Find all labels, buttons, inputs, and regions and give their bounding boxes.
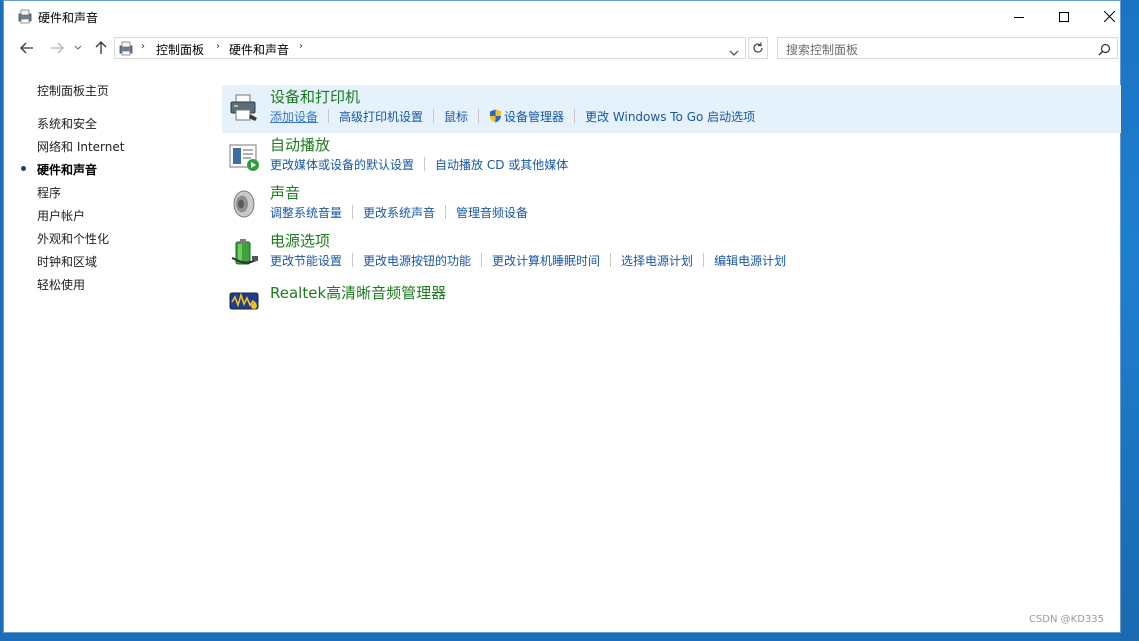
recent-locations-button[interactable] <box>72 39 84 57</box>
title-bar[interactable]: 硬件和声音 <box>4 1 1120 33</box>
link-adjust-volume[interactable]: 调整系统音量 <box>270 206 342 220</box>
link-separator <box>433 109 435 123</box>
refresh-button[interactable] <box>748 37 768 59</box>
link-change-power-saving[interactable]: 更改节能设置 <box>270 254 342 268</box>
watermark: CSDN @KD335 <box>1028 614 1104 625</box>
category-realtek: Realtek高清晰音频管理器 <box>222 277 1121 325</box>
link-separator <box>478 109 480 123</box>
forward-button[interactable] <box>48 39 66 57</box>
category-title-power[interactable]: 电源选项 <box>270 230 330 251</box>
category-links: 更改媒体或设备的默认设置 自动播放 CD 或其他媒体 <box>270 156 568 173</box>
refresh-icon <box>753 42 763 53</box>
realtek-audio-icon[interactable] <box>228 284 260 316</box>
sidebar-item-home[interactable]: 控制面板主页 <box>37 82 109 99</box>
up-button[interactable] <box>92 39 110 57</box>
uac-shield-icon <box>489 109 502 126</box>
battery-icon[interactable] <box>228 236 260 268</box>
link-separator <box>424 157 426 171</box>
maximize-button[interactable] <box>1041 1 1087 32</box>
link-change-media-defaults[interactable]: 更改媒体或设备的默认设置 <box>270 158 414 172</box>
address-bar[interactable]: › 控制面板 › 硬件和声音 › <box>114 37 746 59</box>
desktop-right-edge <box>1120 0 1139 641</box>
sidebar-item-appearance[interactable]: 外观和个性化 <box>37 230 109 247</box>
link-sleep-time[interactable]: 更改计算机睡眠时间 <box>492 254 600 268</box>
link-power-button-function[interactable]: 更改电源按钮的功能 <box>363 254 471 268</box>
link-manage-audio-devices[interactable]: 管理音频设备 <box>456 206 528 220</box>
category-title-devices-printers[interactable]: 设备和打印机 <box>270 86 360 107</box>
search-input[interactable]: 搜索控制面板 <box>777 37 1118 59</box>
close-button[interactable] <box>1086 1 1132 32</box>
link-autoplay-cd[interactable]: 自动播放 CD 或其他媒体 <box>435 158 568 172</box>
link-change-system-sounds[interactable]: 更改系统声音 <box>363 206 435 220</box>
breadcrumb-separator-icon[interactable]: › <box>141 41 145 52</box>
sidebar-item-user-accounts[interactable]: 用户帐户 <box>37 207 85 224</box>
category-power: 电源选项 更改节能设置 更改电源按钮的功能 更改计算机睡眠时间 选择电源计划 编辑电源计… <box>222 229 1121 277</box>
control-panel-icon <box>17 8 33 28</box>
chevron-down-icon <box>74 45 82 50</box>
control-panel-window: 硬件和声音 › 控制面板 › 硬件和声音 › 搜索控制面板 控制面板主页 系统和… <box>3 0 1121 633</box>
window-title: 硬件和声音 <box>38 11 99 25</box>
category-title-realtek[interactable]: Realtek高清晰音频管理器 <box>270 282 446 303</box>
category-autoplay: 自动播放 更改媒体或设备的默认设置 自动播放 CD 或其他媒体 <box>222 133 1121 181</box>
autoplay-icon[interactable] <box>228 140 260 172</box>
chevron-down-icon <box>729 50 739 56</box>
sidebar-item-network[interactable]: 网络和 Internet <box>37 138 124 155</box>
breadcrumb-separator-icon[interactable]: › <box>216 41 220 52</box>
link-separator <box>703 253 705 267</box>
category-links: 更改节能设置 更改电源按钮的功能 更改计算机睡眠时间 选择电源计划 编辑电源计划 <box>270 252 786 269</box>
sidebar-item-system-security[interactable]: 系统和安全 <box>37 115 97 132</box>
search-placeholder: 搜索控制面板 <box>786 43 859 57</box>
link-edit-power-plan[interactable]: 编辑电源计划 <box>714 254 786 268</box>
up-arrow-icon <box>95 41 107 54</box>
current-indicator-dot <box>21 166 26 171</box>
category-title-autoplay[interactable]: 自动播放 <box>270 134 330 155</box>
search-icon[interactable] <box>1098 41 1111 60</box>
control-panel-small-icon <box>118 40 134 60</box>
sidebar-item-ease-of-access[interactable]: 轻松使用 <box>37 276 85 293</box>
address-dropdown-button[interactable] <box>729 42 739 61</box>
category-links: 调整系统音量 更改系统声音 管理音频设备 <box>270 204 528 221</box>
category-title-sound[interactable]: 声音 <box>270 182 300 203</box>
link-separator <box>445 205 447 219</box>
link-separator <box>352 253 354 267</box>
link-device-manager[interactable]: 设备管理器 <box>504 110 564 124</box>
link-separator <box>328 109 330 123</box>
category-devices-printers: 设备和打印机 添加设备 高级打印机设置 鼠标 设备管理器 更改 Windows To G… <box>222 85 1121 133</box>
breadcrumb-control-panel[interactable]: 控制面板 <box>156 41 204 58</box>
sidebar-item-hardware-sound[interactable]: 硬件和声音 <box>37 161 97 178</box>
link-separator <box>352 205 354 219</box>
category-links: 添加设备 高级打印机设置 鼠标 设备管理器 更改 Windows To Go 启动选项 <box>270 108 755 126</box>
link-add-device[interactable]: 添加设备 <box>270 110 318 124</box>
navigation-bar: › 控制面板 › 硬件和声音 › 搜索控制面板 <box>4 35 1120 61</box>
speaker-icon[interactable] <box>228 188 260 220</box>
minimize-button[interactable] <box>996 1 1042 32</box>
breadcrumb-separator-icon[interactable]: › <box>299 41 303 52</box>
forward-arrow-icon <box>51 42 64 54</box>
link-separator <box>481 253 483 267</box>
back-arrow-icon <box>20 42 33 54</box>
breadcrumb-hardware-sound[interactable]: 硬件和声音 <box>229 41 289 58</box>
printer-icon[interactable] <box>228 92 260 124</box>
maximize-icon <box>1059 11 1069 22</box>
close-icon <box>1103 11 1115 22</box>
link-advanced-printer-setup[interactable]: 高级打印机设置 <box>339 110 423 124</box>
link-windows-to-go[interactable]: 更改 Windows To Go 启动选项 <box>585 110 755 124</box>
back-button[interactable] <box>18 39 36 57</box>
link-separator <box>574 109 576 123</box>
category-sound: 声音 调整系统音量 更改系统声音 管理音频设备 <box>222 181 1121 229</box>
link-separator <box>610 253 612 267</box>
sidebar-item-programs[interactable]: 程序 <box>37 184 61 201</box>
minimize-icon <box>1014 16 1024 18</box>
link-choose-power-plan[interactable]: 选择电源计划 <box>621 254 693 268</box>
link-mouse[interactable]: 鼠标 <box>444 110 468 124</box>
sidebar-item-clock-region[interactable]: 时钟和区域 <box>37 253 97 270</box>
